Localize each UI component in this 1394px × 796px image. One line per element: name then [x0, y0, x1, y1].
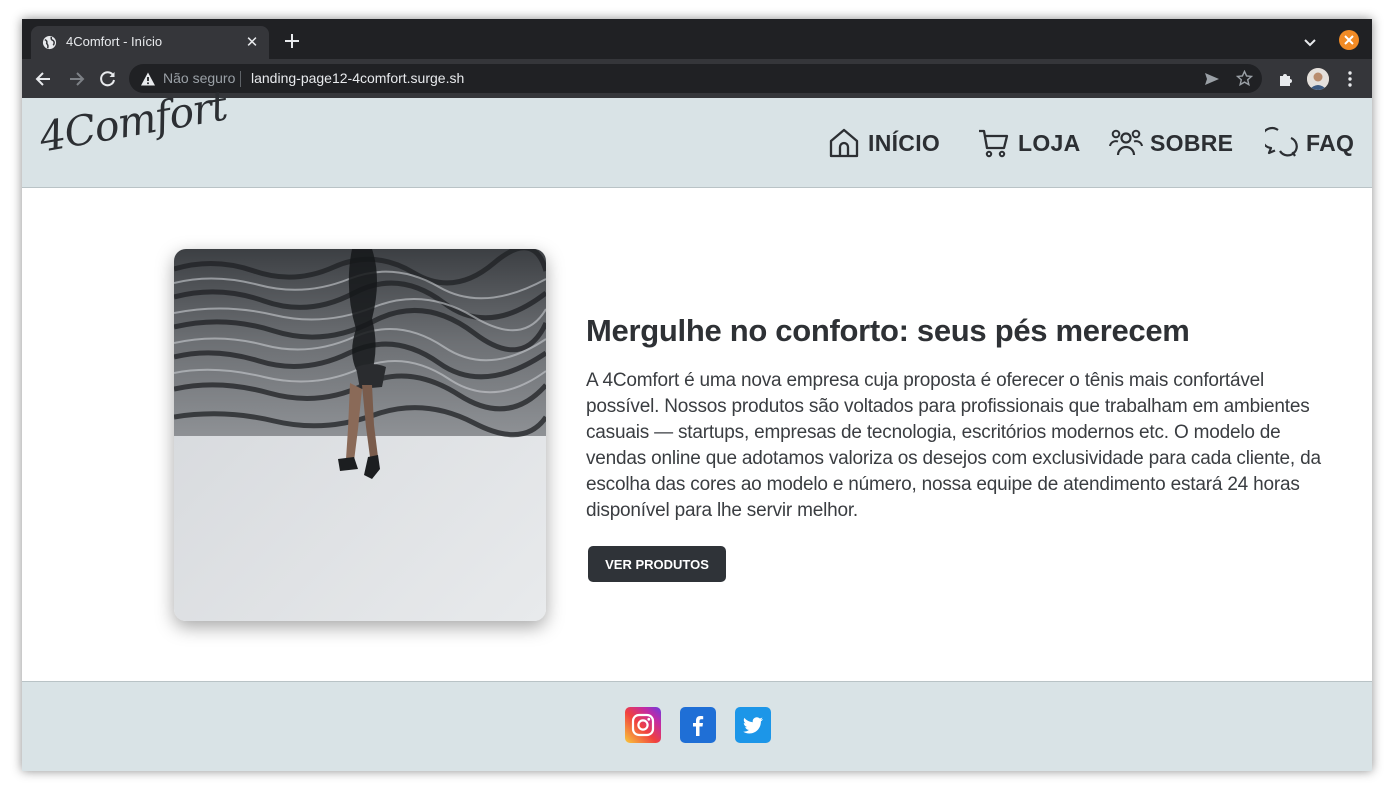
home-icon — [829, 128, 859, 158]
address-separator — [240, 71, 241, 87]
address-bar[interactable]: Não seguro landing-page12-4comfort.surge… — [129, 64, 1262, 93]
extensions-puzzle-icon[interactable] — [1277, 70, 1295, 88]
site-footer — [22, 681, 1372, 771]
facebook-icon — [693, 716, 704, 736]
twitter-icon — [743, 717, 763, 734]
view-products-button[interactable]: VER PRODUTOS — [588, 546, 726, 582]
instagram-link[interactable] — [625, 707, 661, 743]
browser-window: 4Comfort - Início ✕ Não seguro landing-p… — [22, 19, 1372, 771]
chat-icon — [1265, 127, 1298, 157]
more-menu-icon[interactable] — [1342, 70, 1358, 88]
twitter-link[interactable] — [735, 707, 771, 743]
nav-label: FAQ — [1306, 129, 1355, 156]
nav-item-loja[interactable]: LOJA — [977, 125, 1081, 161]
window-close-button[interactable] — [1339, 30, 1359, 50]
site-header: 4Comfort INÍCIO LOJA SOBRE FAQ — [22, 82, 1372, 188]
hero-image — [174, 249, 546, 621]
nav-label: INÍCIO — [868, 129, 941, 156]
close-icon — [1344, 35, 1354, 45]
tab-strip: 4Comfort - Início ✕ — [22, 19, 1372, 59]
url-text[interactable]: landing-page12-4comfort.surge.sh — [251, 70, 464, 86]
hero-headline: Mergulhe no conforto: seus pés merecem — [586, 313, 1190, 348]
reload-icon[interactable] — [98, 69, 118, 89]
facebook-link[interactable] — [680, 707, 716, 743]
nav-label: SOBRE — [1150, 129, 1234, 156]
tab-title: 4Comfort - Início — [66, 34, 163, 49]
web-page: 4Comfort INÍCIO LOJA SOBRE FAQ Mergulhe … — [22, 82, 1372, 771]
browser-tab[interactable]: 4Comfort - Início ✕ — [31, 26, 269, 59]
profile-avatar[interactable] — [1307, 68, 1329, 90]
avatar-icon — [1307, 68, 1329, 90]
nav-item-sobre[interactable]: SOBRE — [1109, 125, 1233, 161]
forward-arrow-icon[interactable] — [66, 69, 86, 89]
globe-icon — [42, 35, 57, 50]
nav-item-faq[interactable]: FAQ — [1265, 125, 1354, 161]
nav-label: LOJA — [1018, 129, 1081, 156]
browser-toolbar: Não seguro landing-page12-4comfort.surge… — [22, 59, 1372, 98]
underwater-legs-image — [174, 249, 546, 621]
security-label[interactable]: Não seguro — [163, 70, 235, 86]
bookmark-star-icon[interactable] — [1236, 70, 1253, 87]
cart-icon — [979, 129, 1009, 158]
tab-search-chevron-icon[interactable] — [1302, 34, 1318, 50]
users-icon — [1109, 129, 1143, 156]
back-arrow-icon[interactable] — [34, 69, 54, 89]
hero-paragraph: A 4Comfort é uma nova empresa cuja propo… — [586, 370, 1321, 521]
nav-item-inicio[interactable]: INÍCIO — [827, 125, 940, 161]
send-icon[interactable] — [1204, 71, 1220, 87]
warning-icon[interactable] — [140, 71, 156, 87]
instagram-icon — [631, 713, 655, 737]
new-tab-icon[interactable] — [282, 31, 302, 51]
tab-close-icon[interactable]: ✕ — [244, 34, 260, 50]
